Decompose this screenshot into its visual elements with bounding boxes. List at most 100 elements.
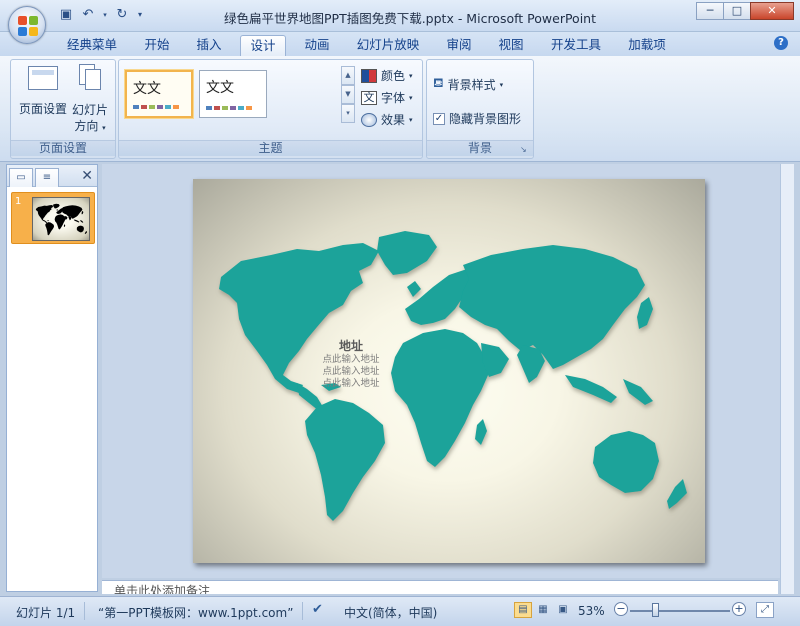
- page-setup-label: 页面设置: [18, 102, 67, 116]
- slide-orientation-button[interactable]: 幻灯片 方向 ▾: [67, 64, 113, 135]
- zoom-in-button[interactable]: +: [732, 602, 746, 616]
- spell-check-icon[interactable]: ✔: [312, 602, 323, 617]
- language-indicator[interactable]: 中文(简体，中国): [344, 604, 437, 621]
- normal-view-button[interactable]: ▤: [514, 602, 532, 618]
- zoom-out-button[interactable]: −: [614, 602, 628, 616]
- fit-to-window-button[interactable]: ⤢: [756, 602, 774, 618]
- dropdown-arrow-icon: ▾: [409, 115, 413, 124]
- zoom-level[interactable]: 53%: [578, 604, 605, 618]
- slide-thumbnail-number: 1: [15, 196, 22, 207]
- theme-thumbnail-current[interactable]: 文文: [125, 70, 193, 118]
- maximize-button[interactable]: □: [723, 2, 751, 20]
- effects-label: 效果: [381, 113, 406, 127]
- tab-addins[interactable]: 加载项: [622, 35, 672, 56]
- background-group-label: 背景: [427, 140, 533, 156]
- theme-name: “第一PPT模板网：www.1ppt.com”: [98, 606, 294, 620]
- theme-color-swatches: [206, 106, 252, 110]
- background-styles-label: 背景样式: [447, 78, 496, 92]
- slide-sorter-button[interactable]: ▦: [534, 602, 552, 618]
- slide-canvas[interactable]: 地址 点此输入地址 点此输入地址 点此输入地址: [193, 179, 705, 563]
- tab-slide-show[interactable]: 幻灯片放映: [352, 35, 424, 56]
- theme-fonts-button[interactable]: 文 字体 ▾: [361, 89, 413, 106]
- page-setup-group-label: 页面设置: [11, 140, 115, 156]
- address-line: 点此输入地址: [322, 366, 380, 377]
- tab-home[interactable]: 开始: [138, 35, 176, 56]
- theme-thumbnail-text: 文文: [133, 81, 161, 97]
- help-icon[interactable]: ?: [774, 36, 788, 50]
- outline-tab[interactable]: ≡: [35, 168, 59, 187]
- theme-gallery-scroll: ▲ ▼ ▾: [341, 66, 355, 124]
- hide-background-label: 隐藏背景图形: [449, 112, 522, 126]
- status-bar: 幻灯片 1/1 “第一PPT模板网：www.1ppt.com” ✔ 中文(简体，…: [0, 596, 800, 626]
- page-setup-group: 页面设置 幻灯片 方向 ▾ 页面设置: [10, 59, 116, 159]
- minimize-button[interactable]: ─: [696, 2, 724, 20]
- thumbnail-map: [35, 203, 88, 236]
- address-textbox[interactable]: 地址 点此输入地址 点此输入地址 点此输入地址: [309, 337, 393, 390]
- ribbon: 页面设置 幻灯片 方向 ▾ 页面设置 文文 文文 ▲ ▼ ▾ 颜色 ▾ 文 字体…: [0, 56, 800, 162]
- zoom-slider-track[interactable]: [630, 610, 730, 612]
- close-button[interactable]: ✕: [750, 2, 794, 20]
- status-divider: [302, 602, 303, 620]
- paint-bucket-icon: ⛾: [433, 76, 444, 91]
- editor-scrollbar[interactable]: [780, 164, 794, 594]
- themes-group: 文文 文文 ▲ ▼ ▾ 颜色 ▾ 文 字体 ▾ 效果 ▾ 主题: [118, 59, 423, 159]
- colors-label: 颜色: [381, 69, 406, 83]
- theme-thumbnail-text: 文文: [206, 80, 234, 96]
- fonts-label: 字体: [381, 91, 406, 105]
- slide-editor: 地址 点此输入地址 点此输入地址 点此输入地址: [102, 164, 794, 578]
- effects-icon: [361, 112, 377, 127]
- theme-thumbnail-office[interactable]: 文文: [199, 70, 267, 118]
- notes-pane[interactable]: 单击此处添加备注: [102, 580, 778, 594]
- title-bar: ▣ ↶ ▾ ↻ ▾ 绿色扁平世界地图PPT插图免费下载.pptx - Micro…: [0, 0, 800, 32]
- tab-classic-menu[interactable]: 经典菜单: [62, 35, 122, 56]
- slide-thumbnail-image: [32, 197, 90, 241]
- theme-color-swatches: [133, 105, 179, 109]
- page-setup-button[interactable]: 页面设置: [15, 66, 71, 117]
- dropdown-arrow-icon: ▾: [409, 71, 413, 80]
- close-pane-icon[interactable]: ✕: [81, 168, 93, 184]
- slide-show-button[interactable]: ▣: [554, 602, 572, 618]
- gallery-down-button[interactable]: ▼: [341, 85, 355, 104]
- theme-colors-button[interactable]: 颜色 ▾: [361, 67, 413, 84]
- tab-design[interactable]: 设计: [240, 35, 286, 56]
- dropdown-arrow-icon: ▾: [499, 80, 504, 89]
- gallery-more-button[interactable]: ▾: [341, 104, 355, 123]
- address-heading: 地址: [338, 339, 363, 353]
- background-group: ⛾ 背景样式 ▾ ✓ 隐藏背景图形 背景 ↘: [426, 59, 534, 159]
- themes-group-label: 主题: [119, 140, 422, 156]
- slides-tab[interactable]: ▭: [9, 168, 33, 187]
- address-line: 点此输入地址: [322, 378, 380, 389]
- world-map: [219, 231, 687, 521]
- page-setup-icon: [28, 66, 58, 90]
- tab-review[interactable]: 审阅: [440, 35, 478, 56]
- slides-pane-tabs: ▭ ≡ ✕: [7, 165, 97, 187]
- fonts-icon: 文: [361, 90, 377, 105]
- window-controls: ─ □ ✕: [696, 2, 794, 20]
- checkmark-icon: ✓: [433, 112, 445, 125]
- dropdown-arrow-icon: ▾: [102, 124, 106, 132]
- tab-view[interactable]: 视图: [492, 35, 530, 56]
- address-line: 点此输入地址: [322, 354, 380, 365]
- theme-effects-button[interactable]: 效果 ▾: [361, 111, 413, 128]
- gallery-up-button[interactable]: ▲: [341, 66, 355, 85]
- tab-animations[interactable]: 动画: [298, 35, 336, 56]
- zoom-slider-thumb[interactable]: [652, 603, 659, 617]
- dropdown-arrow-icon: ▾: [409, 93, 413, 102]
- continents: [219, 231, 687, 521]
- hide-background-graphics-checkbox[interactable]: ✓ 隐藏背景图形: [433, 110, 521, 127]
- dialog-launcher-icon[interactable]: ↘: [520, 145, 529, 154]
- colors-icon: [361, 68, 377, 83]
- window-title: 绿色扁平世界地图PPT插图免费下载.pptx - Microsoft Power…: [224, 11, 596, 26]
- ribbon-tabs: 经典菜单 开始 插入 设计 动画 幻灯片放映 审阅 视图 开发工具 加载项: [0, 32, 800, 56]
- tab-developer[interactable]: 开发工具: [546, 35, 606, 56]
- office-logo-icon: [18, 16, 38, 36]
- slide-thumbnail-selected[interactable]: 1: [11, 192, 95, 244]
- orientation-icon: [77, 64, 103, 92]
- orientation-label-line2: 方向 ▾: [74, 119, 106, 133]
- slides-pane: ▭ ≡ ✕ 1: [6, 164, 98, 592]
- tab-insert[interactable]: 插入: [190, 35, 228, 56]
- background-styles-button[interactable]: ⛾ 背景样式 ▾: [433, 76, 503, 93]
- slide-indicator: 幻灯片 1/1: [16, 606, 76, 620]
- orientation-label-line1: 幻灯片: [71, 103, 108, 117]
- office-button[interactable]: [8, 6, 46, 44]
